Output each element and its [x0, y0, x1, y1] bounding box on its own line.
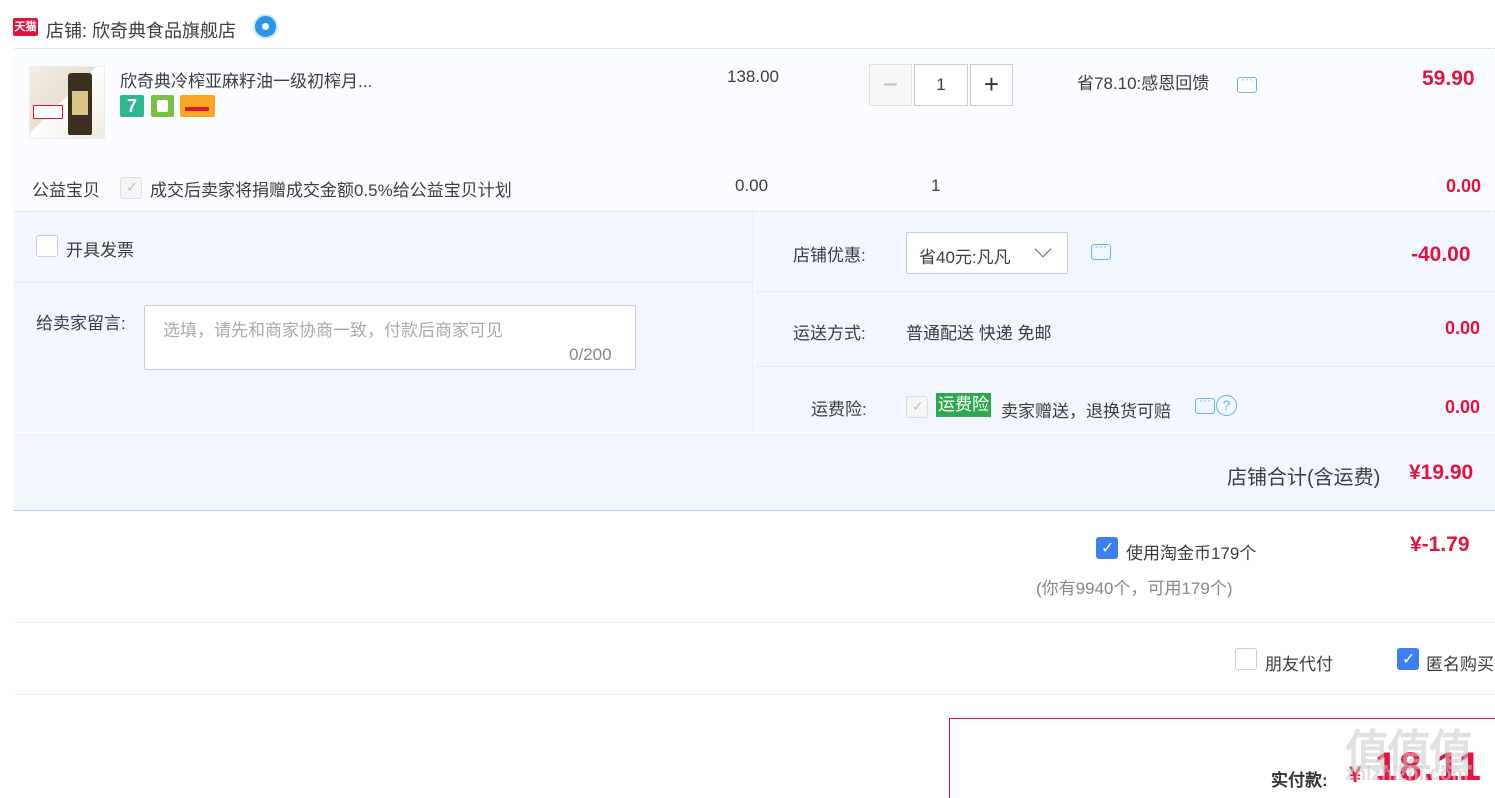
credit-card-icon[interactable]: [180, 95, 215, 117]
insurance-label: 运费险:: [811, 400, 867, 419]
invoice-label[interactable]: 开具发票: [66, 236, 134, 261]
anonymous-checkbox[interactable]: [1397, 648, 1419, 670]
unit-price: 138.00: [727, 67, 779, 86]
insurance-chat-icon[interactable]: [1195, 393, 1215, 414]
coupon-chat-icon[interactable]: [1091, 239, 1111, 260]
taojinbi-hint: (你有9940个，可用179个): [1036, 579, 1233, 598]
shipping-label: 运送方式:: [793, 324, 866, 343]
quantity-input[interactable]: 1: [914, 64, 968, 106]
charity-quantity: 1: [931, 176, 941, 195]
taojinbi-checkbox[interactable]: [1096, 537, 1118, 559]
watermark-domain: zhizhizhi.com: [1345, 764, 1469, 785]
insurance-description: 卖家赠送，退换货可赔: [1001, 402, 1171, 421]
shop-subtotal-label: 店铺合计(含运费): [1227, 467, 1381, 489]
anonymous-label[interactable]: 匿名购买: [1426, 650, 1494, 675]
shop-name-link[interactable]: 店铺: 欣奇典食品旗舰店: [46, 17, 236, 43]
product-thumbnail[interactable]: [29, 66, 105, 139]
invoice-checkbox[interactable]: [36, 235, 58, 257]
guarantee-icon[interactable]: [151, 95, 174, 117]
product-title-link[interactable]: 欣奇典冷榨亚麻籽油一级初榨月...: [120, 67, 372, 92]
charity-description: 成交后卖家将捐赠成交金额0.5%给公益宝贝计划: [150, 181, 512, 200]
shop-subtotal-value: ¥19.90: [1409, 461, 1474, 484]
coupon-discount: -40.00: [1411, 243, 1471, 266]
item-total-price: 59.90: [1422, 67, 1475, 90]
quantity-increase-button[interactable]: +: [970, 64, 1013, 106]
message-placeholder: 选填，请先和商家协商一致，付款后商家可见: [163, 321, 503, 340]
charity-total: 0.00: [1446, 176, 1482, 196]
charity-price: 0.00: [735, 176, 769, 195]
message-label: 给卖家留言:: [36, 314, 126, 333]
wangwang-chat-icon[interactable]: [253, 14, 278, 39]
insurance-fee: 0.00: [1445, 397, 1481, 417]
help-icon[interactable]: ?: [1216, 395, 1237, 416]
quantity-decrease-button[interactable]: −: [869, 64, 912, 106]
insurance-tag: 运费险: [936, 393, 991, 417]
taojinbi-label[interactable]: 使用淘金币179个: [1126, 539, 1256, 564]
insurance-checkbox: [906, 396, 928, 418]
promotion-chat-icon[interactable]: [1237, 72, 1257, 93]
shop-coupon-selected[interactable]: 省40元:凡凡: [919, 243, 1011, 268]
shop-coupon-label: 店铺优惠:: [793, 246, 866, 265]
item-promotion: 省78.10:感恩回馈: [1077, 74, 1210, 93]
friend-pay-checkbox[interactable]: [1235, 648, 1257, 670]
friend-pay-label[interactable]: 朋友代付: [1265, 650, 1333, 675]
message-char-count: 0/200: [569, 345, 612, 364]
shipping-fee: 0.00: [1445, 318, 1481, 338]
seven-day-return-icon[interactable]: 7: [120, 95, 144, 117]
shipping-method: 普通配送 快递 免邮: [906, 324, 1052, 343]
charity-label: 公益宝贝: [32, 181, 100, 200]
taojinbi-discount: ¥-1.79: [1410, 533, 1470, 556]
payment-label: 实付款:: [1271, 771, 1328, 790]
tmall-badge: 天猫: [13, 18, 38, 36]
charity-checkbox: [120, 177, 142, 199]
